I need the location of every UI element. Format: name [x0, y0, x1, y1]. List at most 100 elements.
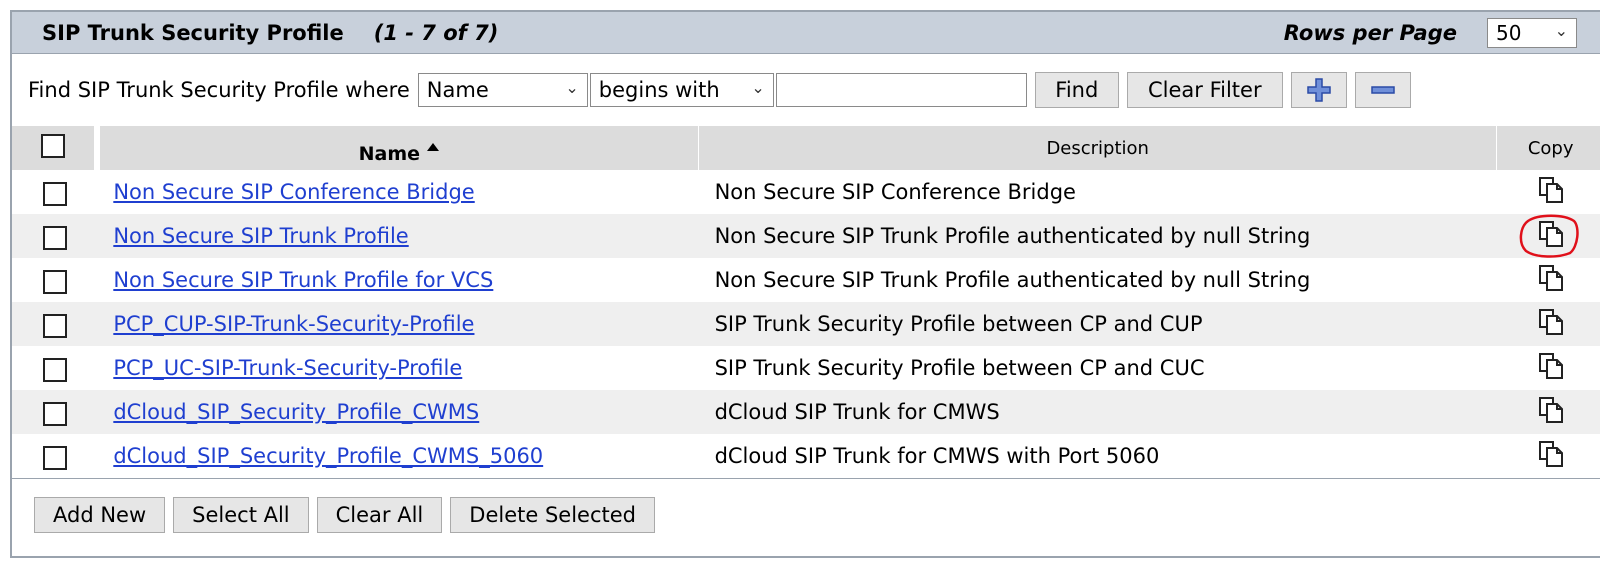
row-select-cell: [12, 170, 98, 214]
select-all-checkbox[interactable]: [41, 133, 66, 158]
delete-selected-button[interactable]: Delete Selected: [450, 496, 655, 533]
row-select-cell: [12, 434, 98, 478]
find-button[interactable]: Find: [1034, 72, 1119, 108]
header-select-cell: [12, 126, 101, 170]
row-checkbox[interactable]: [42, 181, 67, 206]
remove-filter-button[interactable]: [1354, 72, 1411, 108]
table-row: dCloud_SIP_Security_Profile_CWMS dCloud S…: [12, 390, 1600, 434]
row-copy-cell: [1496, 258, 1600, 302]
table-header-row: Name Description Copy: [12, 126, 1600, 170]
row-description-cell: Non Secure SIP Trunk Profile authenticat…: [698, 214, 1497, 258]
panel-header: SIP Trunk Security Profile (1 - 7 of 7) …: [12, 12, 1600, 54]
row-description-cell: dCloud SIP Trunk for CMWS with Port 5060: [698, 434, 1497, 478]
row-select-cell: [12, 214, 98, 258]
row-name-cell: PCP_UC-SIP-Trunk-Security-Profile: [97, 346, 699, 390]
profile-name-link[interactable]: dCloud_SIP_Security_Profile_CWMS: [113, 400, 479, 424]
sort-ascending-icon: [426, 143, 439, 151]
chevron-down-icon: ⌄: [1554, 21, 1568, 40]
profile-description: dCloud SIP Trunk for CMWS: [714, 400, 1000, 424]
filter-bar: Find SIP Trunk Security Profile where Na…: [12, 54, 1600, 126]
row-copy-cell: [1496, 214, 1600, 258]
filter-field-select[interactable]: Name ⌄: [417, 73, 588, 107]
chevron-down-icon: ⌄: [751, 78, 765, 97]
row-select-cell: [12, 346, 98, 390]
row-description-cell: Non Secure SIP Trunk Profile authenticat…: [698, 258, 1497, 302]
column-header-copy: Copy: [1496, 126, 1600, 170]
profile-name-link[interactable]: PCP_UC-SIP-Trunk-Security-Profile: [113, 356, 462, 380]
profile-description: Non Secure SIP Trunk Profile authenticat…: [714, 268, 1311, 292]
footer-actions: Add New Select All Clear All Delete Sele…: [12, 478, 1600, 550]
add-filter-button[interactable]: [1290, 72, 1347, 108]
chevron-down-icon: ⌄: [565, 78, 579, 97]
row-copy-cell: [1496, 302, 1600, 346]
row-copy-cell: [1496, 390, 1600, 434]
profile-name-link[interactable]: Non Secure SIP Trunk Profile for VCS: [113, 268, 493, 292]
profile-name-link[interactable]: dCloud_SIP_Security_Profile_CWMS_5060: [113, 444, 543, 468]
profile-description: SIP Trunk Security Profile between CP an…: [714, 356, 1205, 380]
row-name-cell: PCP_CUP-SIP-Trunk-Security-Profile: [97, 302, 699, 346]
table-row: Non Secure SIP Conference Bridge Non Secu…: [12, 170, 1600, 214]
table-row: Non Secure SIP Trunk Profile for VCS Non …: [12, 258, 1600, 302]
row-copy-cell: [1496, 346, 1600, 390]
filter-operator-value: begins with: [598, 78, 720, 102]
copy-icon[interactable]: [1538, 176, 1564, 204]
filter-label: Find SIP Trunk Security Profile where: [28, 78, 410, 102]
row-select-cell: [12, 302, 98, 346]
row-checkbox[interactable]: [42, 357, 67, 382]
rows-per-page-label: Rows per Page: [1283, 20, 1457, 45]
row-description-cell: SIP Trunk Security Profile between CP an…: [698, 346, 1497, 390]
row-name-cell: Non Secure SIP Trunk Profile: [97, 214, 699, 258]
row-name-cell: dCloud_SIP_Security_Profile_CWMS: [97, 390, 699, 434]
add-new-button[interactable]: Add New: [34, 496, 166, 533]
clear-all-button[interactable]: Clear All: [316, 496, 443, 533]
row-checkbox[interactable]: [42, 225, 67, 250]
row-copy-cell: [1496, 170, 1600, 214]
row-description-cell: SIP Trunk Security Profile between CP an…: [698, 302, 1497, 346]
row-select-cell: [12, 390, 98, 434]
copy-icon[interactable]: [1538, 308, 1564, 336]
profile-name-link[interactable]: PCP_CUP-SIP-Trunk-Security-Profile: [113, 312, 474, 336]
row-name-cell: Non Secure SIP Trunk Profile for VCS: [97, 258, 699, 302]
profile-description: Non Secure SIP Conference Bridge: [714, 180, 1076, 204]
table-row: dCloud_SIP_Security_Profile_CWMS_5060 dCl…: [12, 434, 1600, 478]
row-name-cell: Non Secure SIP Conference Bridge: [97, 170, 699, 214]
filter-operator-select[interactable]: begins with ⌄: [589, 73, 774, 107]
table-row: PCP_UC-SIP-Trunk-Security-Profile SIP Tru…: [12, 346, 1600, 390]
row-description-cell: dCloud SIP Trunk for CMWS: [698, 390, 1497, 434]
page-title: SIP Trunk Security Profile: [42, 20, 344, 45]
filter-field-value: Name: [426, 78, 489, 102]
row-select-cell: [12, 258, 98, 302]
clear-filter-button[interactable]: Clear Filter: [1126, 72, 1283, 108]
profile-description: dCloud SIP Trunk for CMWS with Port 5060: [714, 444, 1160, 468]
copy-icon[interactable]: [1538, 396, 1564, 424]
column-name-label: Name: [358, 143, 421, 165]
copy-icon[interactable]: [1538, 264, 1564, 292]
select-all-button[interactable]: Select All: [173, 496, 309, 533]
record-count: (1 - 7 of 7): [373, 20, 499, 45]
sip-trunk-security-profile-panel: SIP Trunk Security Profile (1 - 7 of 7) …: [10, 10, 1600, 558]
profile-name-link[interactable]: Non Secure SIP Conference Bridge: [113, 180, 474, 204]
row-checkbox[interactable]: [42, 313, 67, 338]
search-input[interactable]: [775, 73, 1027, 107]
column-header-name[interactable]: Name: [97, 126, 700, 170]
profile-description: SIP Trunk Security Profile between CP an…: [714, 312, 1203, 336]
row-checkbox[interactable]: [42, 269, 67, 294]
row-name-cell: dCloud_SIP_Security_Profile_CWMS_5060: [97, 434, 699, 478]
copy-icon[interactable]: [1538, 352, 1564, 380]
rows-per-page-select[interactable]: 50 ⌄: [1487, 18, 1577, 48]
profile-name-link[interactable]: Non Secure SIP Trunk Profile: [113, 224, 408, 248]
plus-icon: [1307, 78, 1331, 102]
profile-description: Non Secure SIP Trunk Profile authenticat…: [714, 224, 1311, 248]
copy-icon[interactable]: [1538, 440, 1564, 468]
row-checkbox[interactable]: [42, 445, 67, 470]
minus-icon: [1371, 86, 1395, 94]
profiles-table: Name Description Copy Non Secure SIP Con…: [12, 126, 1600, 478]
highlight-circle: [1519, 214, 1579, 258]
rows-per-page-value: 50: [1496, 21, 1522, 45]
table-row: PCP_CUP-SIP-Trunk-Security-Profile SIP Tr…: [12, 302, 1600, 346]
column-header-description: Description: [698, 126, 1498, 170]
row-description-cell: Non Secure SIP Conference Bridge: [698, 170, 1497, 214]
row-checkbox[interactable]: [42, 401, 67, 426]
table-row: Non Secure SIP Trunk Profile Non Secure S…: [12, 214, 1600, 258]
row-copy-cell: [1496, 434, 1600, 478]
